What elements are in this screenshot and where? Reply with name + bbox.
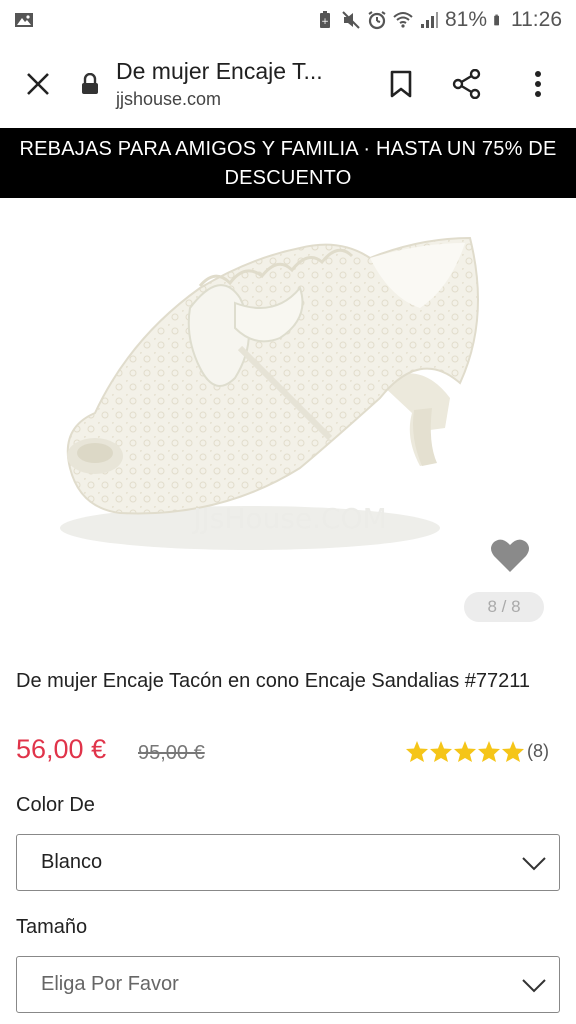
close-button[interactable] [0, 40, 76, 128]
more-vertical-icon [535, 71, 541, 97]
svg-text:JJsHouse.COM: JJsHouse.COM [191, 502, 387, 535]
favorite-heart-icon[interactable] [490, 538, 530, 574]
review-count: (8) [527, 741, 549, 761]
signal-icon [420, 12, 438, 28]
original-price: 95,00 € [138, 742, 205, 764]
lock-icon [82, 73, 98, 94]
color-selected-value: Blanco [41, 851, 103, 873]
size-select[interactable]: Eliga Por Favor [16, 956, 560, 1013]
page-info[interactable]: De mujer Encaje T... jjshouse.com [76, 58, 368, 110]
chevron-down-icon [522, 857, 546, 871]
battery-icon [494, 14, 499, 26]
more-options-button[interactable] [500, 40, 576, 128]
wifi-icon [393, 12, 413, 28]
status-bar: + 81% 11:26 [0, 0, 576, 40]
gallery-notification-icon [15, 13, 33, 27]
share-button[interactable] [434, 40, 500, 128]
size-placeholder: Eliga Por Favor [41, 973, 179, 995]
star-icon [454, 741, 476, 762]
color-select[interactable]: Blanco [16, 834, 560, 891]
size-label: Tamaño [16, 916, 88, 938]
page-title: De mujer Encaje T... [116, 58, 323, 84]
promo-banner[interactable]: REBAJAS PARA AMIGOS Y FAMILIA · HASTA UN… [0, 128, 576, 198]
color-label: Color De [16, 794, 95, 816]
chevron-down-icon [522, 979, 546, 993]
mute-icon [342, 11, 360, 29]
bookmark-icon [390, 70, 412, 98]
product-rating[interactable]: (8) [405, 740, 549, 763]
browser-toolbar: De mujer Encaje T... jjshouse.com [0, 40, 576, 128]
star-icon [406, 741, 428, 762]
close-icon [27, 73, 49, 95]
star-icon [430, 741, 452, 762]
star-icon [502, 741, 524, 762]
current-price: 56,00 € [16, 734, 107, 764]
svg-text:+: + [321, 17, 329, 27]
image-counter: 8 / 8 [464, 592, 544, 622]
clock: 11:26 [511, 8, 562, 31]
product-name: De mujer Encaje Tacón en cono Encaje San… [16, 670, 531, 692]
share-icon [452, 69, 481, 99]
bookmark-button[interactable] [368, 40, 434, 128]
star-icon [478, 741, 500, 762]
product-gallery[interactable]: JJsHouse.COM 8 / 8 [0, 198, 576, 638]
battery-percent: 81% [444, 8, 487, 31]
battery-saver-icon: + [319, 11, 330, 28]
page-url: jjshouse.com [116, 89, 222, 109]
alarm-icon [368, 11, 386, 30]
